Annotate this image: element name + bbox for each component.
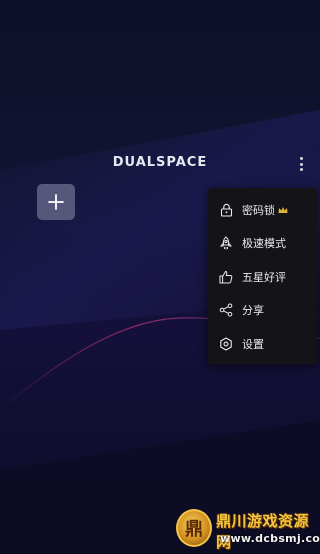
plus-icon — [48, 194, 64, 210]
options-menu: 密码锁 极速模式 五星好评 分享 设置 — [208, 188, 317, 364]
watermark-title: 鼎川游戏资源网 — [216, 512, 310, 551]
menu-item-label: 密码锁 — [242, 203, 275, 217]
menu-item-label: 分享 — [242, 304, 264, 318]
app-logo: DUALSPACE — [112, 155, 208, 170]
add-app-button[interactable] — [37, 184, 75, 220]
rocket-icon — [219, 236, 233, 250]
more-dot-icon — [299, 168, 303, 171]
thumbs-up-icon — [219, 270, 233, 284]
menu-item-label: 极速模式 — [242, 237, 286, 251]
menu-item-password-lock[interactable]: 密码锁 — [208, 193, 317, 227]
lock-icon — [219, 203, 233, 217]
watermark-emblem: 鼎 — [176, 509, 212, 547]
more-dot-icon — [299, 162, 303, 166]
menu-item-speed-mode[interactable]: 极速模式 — [208, 227, 317, 261]
crown-icon — [278, 206, 288, 214]
menu-item-rate-five-stars[interactable]: 五星好评 — [208, 260, 317, 294]
watermark-url: www.dcbsmj.com — [220, 532, 320, 545]
menu-item-share[interactable]: 分享 — [208, 294, 317, 328]
menu-item-settings[interactable]: 设置 — [208, 327, 317, 361]
menu-item-label: 五星好评 — [242, 270, 286, 284]
menu-item-label: 设置 — [242, 337, 264, 351]
site-watermark: 鼎 鼎川游戏资源网 www.dcbsmj.com — [176, 508, 320, 551]
more-options-button[interactable] — [294, 154, 308, 174]
app-screen: DUALSPACE 密码锁 极速模式 五星好评 分享 设置 鼎 鼎川游戏资源网 … — [0, 0, 320, 554]
settings-icon — [219, 337, 233, 351]
share-icon — [219, 303, 233, 317]
more-dot-icon — [299, 157, 303, 160]
